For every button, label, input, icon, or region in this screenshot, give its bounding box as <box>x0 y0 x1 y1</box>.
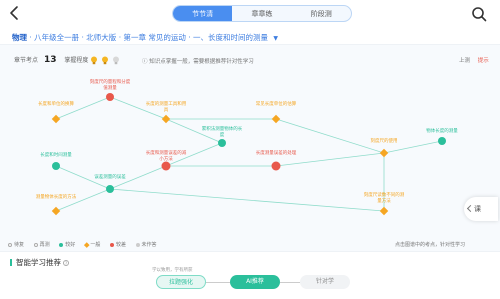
node-label[interactable]: 测量物体长度的方法 <box>35 195 77 201</box>
legend-item: 待复 <box>8 242 24 248</box>
knowledge-graph <box>51 93 446 216</box>
node-dot-teal <box>438 137 446 145</box>
recommend-steps: 拉题强化 AI推荐 针对学 <box>150 275 360 289</box>
expand-panel-button[interactable]: 课 <box>464 197 498 221</box>
node-label[interactable]: 长度和单位的换算 <box>35 102 77 108</box>
node-label[interactable]: 长度和时间测量 <box>35 153 77 159</box>
step-targeted-study-button[interactable]: 针对学 <box>300 275 350 289</box>
node-label[interactable]: 刻度尺的使用 <box>363 139 405 145</box>
node-diamond <box>51 206 61 216</box>
node-label[interactable]: 长度测量误差的处理 <box>255 151 297 157</box>
node-diamond <box>161 114 171 124</box>
node-dot-red <box>106 93 114 101</box>
search-icon[interactable] <box>470 5 488 23</box>
step-connector <box>280 282 300 283</box>
help-icon[interactable]: ? <box>63 260 69 266</box>
knowledge-map-panel: 章节考点 13 掌握程度 ⓘ 知识点掌握一般，需要根据推荐针对性学习 上测 提示 <box>0 44 500 252</box>
back-icon[interactable] <box>6 4 24 22</box>
node-dot-teal <box>218 139 226 147</box>
breadcrumb-path: · 八年级全一册 · 北师大版 · 第一章 常见的运动 · 一、长度和时间的测量 <box>29 33 268 42</box>
node-label[interactable]: 刻度尺的量程和分度值测量 <box>89 80 131 91</box>
tab-jieduance[interactable]: 阶段测 <box>292 6 351 21</box>
step-practice-button[interactable]: 拉题强化 <box>156 275 206 289</box>
legend-item: 较好 <box>59 242 75 248</box>
map-legend: 待复 再测 较好 一般 较差 未作答 <box>8 241 165 248</box>
node-label[interactable]: 长度的测量工具和用具 <box>145 102 187 113</box>
node-label[interactable]: 物体长度的测量 <box>421 129 463 135</box>
node-dot-teal <box>106 185 114 193</box>
recommend-subtitle: 学以致用，学有所获 <box>152 268 193 273</box>
recommend-title-text: 智能学习推荐 <box>16 258 61 267</box>
legend-item: 一般 <box>84 242 100 248</box>
node-label[interactable]: 常见长度单位的估算 <box>255 102 297 108</box>
step-ai-recommend-button[interactable]: AI推荐 <box>230 275 280 289</box>
node-dot-red <box>271 161 281 171</box>
node-label[interactable]: 误差测量的误差 <box>89 175 131 181</box>
top-bar: 节节清 章章练 阶段测 <box>0 0 500 28</box>
legend-item: 未作答 <box>135 242 157 248</box>
node-dot-teal <box>52 162 60 170</box>
legend-note: 点击图谱中的考点，针对性学习 <box>395 242 466 248</box>
node-label[interactable]: 刻度尺读数不同的测量方法 <box>363 193 405 204</box>
node-diamond <box>51 114 61 124</box>
tab-zhangzhanglian[interactable]: 章章练 <box>232 6 291 21</box>
breadcrumb[interactable]: 物理 · 八年级全一册 · 北师大版 · 第一章 常见的运动 · 一、长度和时间… <box>12 32 278 43</box>
node-diamond <box>271 114 281 124</box>
recommend-title: 智能学习推荐? <box>10 257 69 268</box>
chevron-down-icon: ▼ <box>273 35 279 42</box>
title-accent-bar <box>10 259 12 266</box>
node-label[interactable]: 累积法测量物体的长度 <box>201 127 243 138</box>
legend-item: 较差 <box>109 242 126 248</box>
tab-bar: 节节清 章章练 阶段测 <box>172 5 352 22</box>
legend-item: 再测 <box>33 242 50 248</box>
node-label[interactable]: 长度和测量误差的减小方法 <box>145 151 187 162</box>
breadcrumb-subject: 物理 <box>12 33 27 42</box>
tab-jiejieqing[interactable]: 节节清 <box>173 6 233 21</box>
step-connector <box>206 282 230 283</box>
node-dot-red <box>161 161 171 171</box>
node-diamond <box>379 206 389 216</box>
node-diamond <box>379 148 389 158</box>
